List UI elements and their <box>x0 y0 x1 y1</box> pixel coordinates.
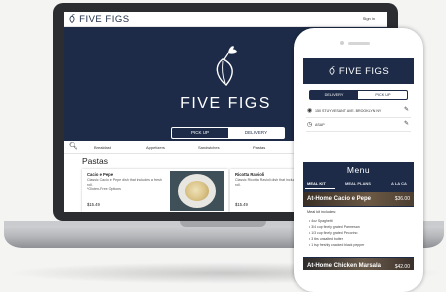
item-name: At-Home Cacio e Pepe <box>307 195 372 202</box>
card-description: Classic Cacio e Pepe dish that includes … <box>87 178 162 192</box>
phone-camera <box>340 41 344 45</box>
fig-icon <box>216 46 237 87</box>
kit-line: • 3 tbs unsalted butter <box>309 237 343 241</box>
item-name: At-Home Chicken Marsala <box>307 263 382 269</box>
app-logo-text: FIVE FIGS <box>338 66 390 77</box>
card-price: $15.49 <box>235 202 248 207</box>
menu-panel: Menu MEAL KIT MEAL PLANS A LA CA At-Home… <box>303 162 414 270</box>
delivery-button[interactable]: DELIVERY <box>228 128 284 138</box>
phone-speaker <box>348 42 370 45</box>
kit-line: • 3/4 cup finely grated Parmesan <box>309 225 360 229</box>
phone: FIVE FIGS DELIVERY PICK UP ◉ 150 STUYVES… <box>294 28 423 292</box>
tab-meal-plans[interactable]: MEAL PLANS <box>345 181 371 186</box>
fig-icon <box>69 14 75 24</box>
address-text: 150 STUYVESANT AVE. BROOKLYN NY <box>315 108 382 113</box>
nav-item-appetizers[interactable]: Appetizers <box>146 145 165 150</box>
address-row[interactable]: ◉ 150 STUYVESANT AVE. BROOKLYN NY ✎ <box>306 105 411 118</box>
time-row[interactable]: ◷ ASAP ✎ <box>306 119 411 132</box>
signin-link[interactable]: Sign in <box>363 16 375 21</box>
time-text: ASAP <box>315 122 325 127</box>
tab-a-la-carte[interactable]: A LA CA <box>391 181 407 186</box>
laptop-notch <box>180 221 266 227</box>
section-title: Pastas <box>82 156 108 166</box>
site-topbar: FIVE FIGS Sign in <box>64 12 387 27</box>
site-logo[interactable]: FIVE FIGS <box>68 14 130 25</box>
fig-icon <box>329 66 335 76</box>
app-logo[interactable]: FIVE FIGS <box>303 66 414 77</box>
tab-meal-kit[interactable]: MEAL KIT <box>307 181 326 186</box>
order-mode-toggle: PICK UP DELIVERY <box>171 127 285 139</box>
delivery-button[interactable]: DELIVERY <box>310 91 358 99</box>
nav-item-breakfast[interactable]: Breakfast <box>94 145 111 150</box>
item-price: $42.00 <box>394 263 410 270</box>
nav-item-sandwiches[interactable]: Sandwiches <box>198 145 220 150</box>
card-title: Cacio e Pepe <box>87 172 114 177</box>
meal-kit-details: Meal kit includes: • 4oz Spaghetti • 3/4… <box>303 207 414 257</box>
pasta <box>185 181 209 201</box>
pickup-button[interactable]: PICK UP <box>359 91 407 99</box>
phone-screen: FIVE FIGS DELIVERY PICK UP ◉ 150 STUYVES… <box>303 58 414 270</box>
menu-item-header[interactable]: At-Home Chicken Marsala $42.00 <box>303 258 414 270</box>
order-mode-toggle: DELIVERY PICK UP <box>309 90 408 100</box>
menu-title: Menu <box>346 165 371 175</box>
item-price: $36.00 <box>394 196 410 202</box>
site-logo-text: FIVE FIGS <box>79 14 130 25</box>
app-header: FIVE FIGS <box>303 58 414 84</box>
card-price: $15.49 <box>87 202 100 207</box>
card-title: Ricotta Ravioli <box>235 172 265 177</box>
active-tab-indicator <box>305 188 335 189</box>
pencil-icon[interactable]: ✎ <box>404 106 409 113</box>
location-pin-icon: ◉ <box>307 108 313 114</box>
pickup-button[interactable]: PICK UP <box>172 128 228 138</box>
pencil-icon[interactable]: ✎ <box>404 120 409 127</box>
kit-line: • 1 tsp freshly cracked black pepper <box>309 243 365 247</box>
dish-photo <box>170 171 224 211</box>
kit-line: • 4oz Spaghetti <box>309 219 333 223</box>
menu-card[interactable]: Cacio e Pepe Classic Cacio e Pepe dish t… <box>82 169 228 212</box>
search-icon[interactable]: 🔍︎ <box>69 142 78 150</box>
menu-item-header[interactable]: At-Home Cacio e Pepe $36.00 <box>303 192 414 206</box>
nav-item-pastas[interactable]: Pastas <box>253 145 265 150</box>
kit-line: • 1/3 cup finely grated Pecorino <box>309 231 358 235</box>
clock-icon: ◷ <box>307 122 313 128</box>
kit-title: Meal kit includes: <box>307 210 337 214</box>
